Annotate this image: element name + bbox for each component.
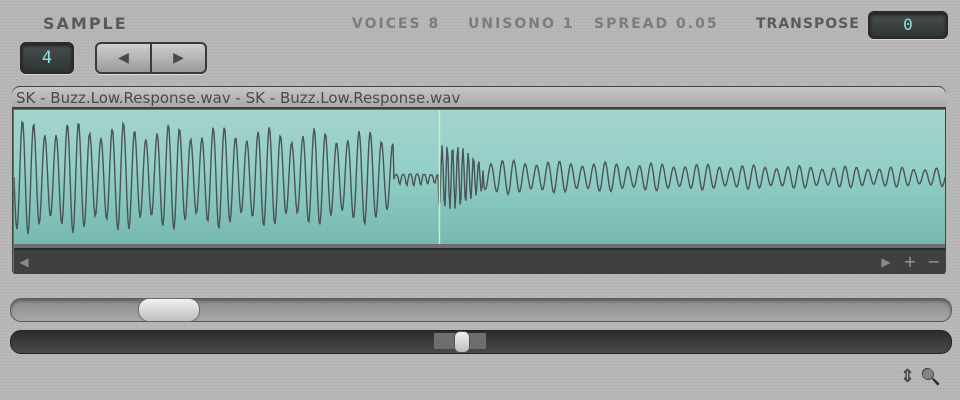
- waveform-filename: SK - Buzz.Low.Response.wav - SK - Buzz.L…: [12, 87, 946, 109]
- minus-icon: −: [927, 252, 941, 271]
- search-icon[interactable]: 🔍: [921, 367, 941, 386]
- prev-sample-button[interactable]: ◀: [97, 44, 150, 72]
- waveform-display[interactable]: [14, 110, 945, 244]
- position-slider-thumb[interactable]: [138, 298, 200, 322]
- waveform-trace: [14, 120, 945, 235]
- transpose-label: TRANSPOSE: [756, 16, 860, 32]
- scroll-left-button[interactable]: ◀: [14, 250, 34, 274]
- up-down-arrows-icon[interactable]: ⇕: [900, 366, 915, 387]
- plus-icon: +: [903, 252, 917, 271]
- spread-label: SPREAD 0.05: [594, 16, 719, 32]
- sample-number-display[interactable]: 4: [20, 42, 74, 74]
- voices-label: VOICES 8: [352, 16, 441, 32]
- triangle-left-icon: ◀: [19, 255, 29, 269]
- triangle-right-icon: ▶: [881, 255, 891, 269]
- scroll-right-button[interactable]: ▶: [876, 250, 896, 274]
- offset-slider-thumb[interactable]: [454, 331, 470, 353]
- triangle-left-icon: ◀: [118, 50, 129, 66]
- next-sample-button[interactable]: ▶: [150, 44, 205, 72]
- sample-nav-buttons: ◀ ▶: [95, 42, 207, 74]
- unisono-label: UNISONO 1: [468, 16, 575, 32]
- zoom-out-button[interactable]: −: [924, 250, 944, 274]
- zoom-control[interactable]: ⇕ 🔍: [900, 366, 948, 388]
- zoom-in-button[interactable]: +: [900, 250, 920, 274]
- transpose-value-display[interactable]: 0: [868, 11, 948, 39]
- sample-label: SAMPLE: [43, 14, 128, 33]
- triangle-right-icon: ▶: [173, 50, 184, 66]
- waveform-scrollbar[interactable]: ◀ ▶ + −: [14, 248, 945, 274]
